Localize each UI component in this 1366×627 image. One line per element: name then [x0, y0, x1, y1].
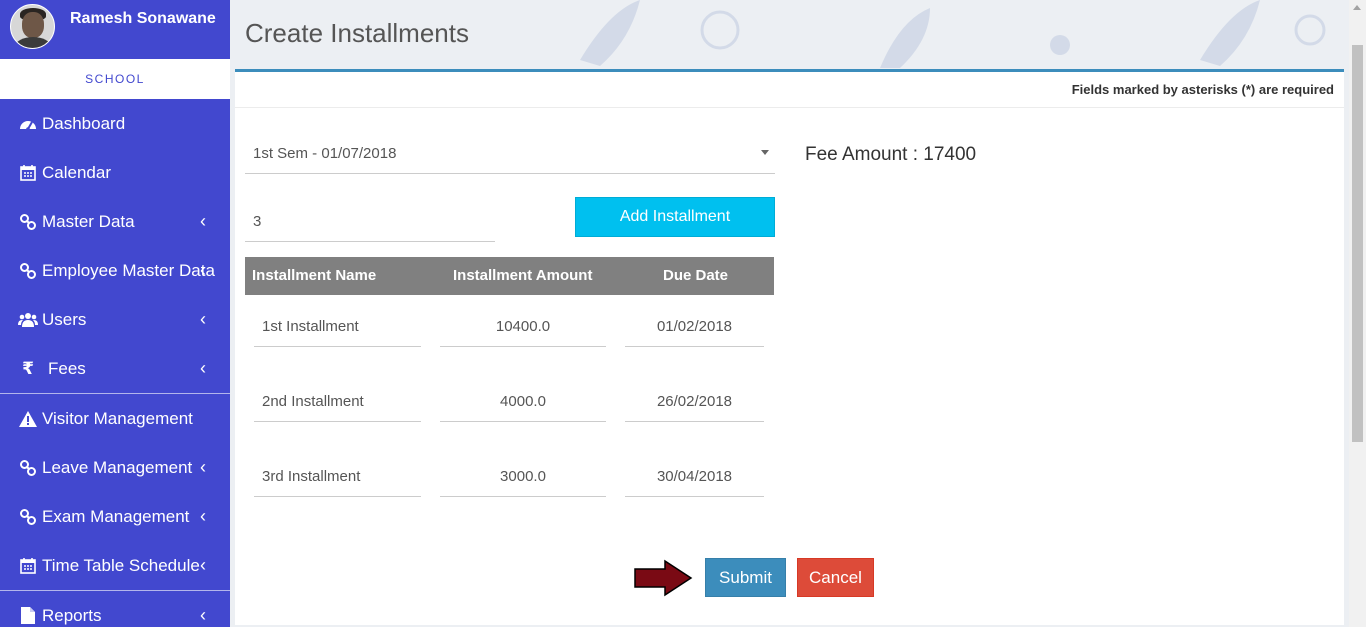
- sidebar-item-label: Exam Management: [42, 506, 190, 526]
- sidebar-item-label: Employee Master Data: [42, 260, 215, 280]
- chevron-left-icon: ‹: [200, 555, 206, 575]
- sidebar-item-label: Dashboard: [42, 113, 126, 133]
- installment-form-panel: Fields marked by asterisks (*) are requi…: [235, 69, 1344, 625]
- sidebar-item-users[interactable]: Users ‹: [0, 295, 230, 344]
- user-panel: Ramesh Sonawane: [0, 0, 230, 59]
- calendar-icon: [18, 164, 38, 182]
- page-title: Create Installments: [245, 18, 469, 48]
- calendar-icon: [18, 557, 38, 575]
- sidebar-item-exam-management[interactable]: Exam Management ‹: [0, 492, 230, 541]
- installment-name-input[interactable]: 3rd Installment: [254, 457, 421, 497]
- chevron-left-icon: ‹: [200, 260, 206, 280]
- sidebar-item-label: Master Data: [42, 211, 135, 231]
- warning-icon: [18, 410, 38, 428]
- due-date-input[interactable]: 26/02/2018: [625, 382, 764, 422]
- role-label: SCHOOL: [0, 59, 230, 99]
- sidebar-item-calendar[interactable]: Calendar: [0, 148, 230, 197]
- semester-select[interactable]: 1st Sem - 01/07/2018: [245, 134, 775, 174]
- avatar[interactable]: [10, 4, 55, 49]
- cancel-button[interactable]: Cancel: [797, 558, 874, 597]
- sidebar-item-master-data[interactable]: Master Data ‹: [0, 197, 230, 246]
- sidebar-item-label: Reports: [42, 605, 102, 625]
- scroll-up-arrow-icon[interactable]: [1353, 5, 1361, 10]
- sidebar-item-label: Leave Management: [42, 457, 193, 477]
- chevron-left-icon: ‹: [200, 309, 206, 329]
- installment-table-header: Installment Name Installment Amount Due …: [245, 257, 774, 295]
- caret-down-icon: [761, 150, 769, 155]
- users-icon: [18, 311, 38, 329]
- installment-name-input[interactable]: 2nd Installment: [254, 382, 421, 422]
- vertical-scrollbar[interactable]: [1349, 0, 1366, 627]
- sidebar: Ramesh Sonawane SCHOOL Dashboard Calenda…: [0, 0, 230, 627]
- sidebar-item-reports[interactable]: Reports ‹: [0, 591, 230, 627]
- sidebar-item-label: Time Table Schedule: [42, 555, 200, 575]
- link-icon: [18, 213, 38, 231]
- chevron-left-icon: ‹: [200, 211, 206, 231]
- column-header-installment-amount: Installment Amount: [453, 267, 593, 284]
- installment-amount-input[interactable]: 10400.0: [440, 307, 606, 347]
- sidebar-item-label: Visitor Management: [42, 408, 193, 428]
- add-installment-button[interactable]: Add Installment: [575, 197, 775, 237]
- file-icon: [18, 607, 38, 625]
- dashboard-icon: [18, 115, 38, 133]
- scroll-thumb[interactable]: [1352, 45, 1363, 442]
- installment-name-input[interactable]: 1st Installment: [254, 307, 421, 347]
- fee-amount: Fee Amount : 17400: [805, 144, 977, 165]
- installment-amount-input[interactable]: 3000.0: [440, 457, 606, 497]
- column-header-installment-name: Installment Name: [252, 267, 377, 284]
- column-header-due-date: Due Date: [663, 267, 729, 284]
- sidebar-item-time-table-schedule[interactable]: Time Table Schedule ‹: [0, 541, 230, 590]
- sidebar-item-employee-master-data[interactable]: Employee Master Data ‹: [0, 246, 230, 295]
- sidebar-item-label: Fees: [48, 358, 86, 378]
- sidebar-item-visitor-management[interactable]: Visitor Management: [0, 394, 230, 443]
- installment-count-input[interactable]: 3: [245, 202, 495, 242]
- chevron-left-icon: ‹: [200, 358, 206, 378]
- user-name: Ramesh Sonawane: [70, 10, 216, 27]
- installment-amount-input[interactable]: 4000.0: [440, 382, 606, 422]
- sidebar-item-fees[interactable]: ₹ Fees ‹: [0, 344, 230, 393]
- chevron-left-icon: ‹: [200, 506, 206, 526]
- submit-button[interactable]: Submit: [705, 558, 786, 597]
- chevron-left-icon: ‹: [200, 605, 206, 625]
- arrow-right-icon: [634, 559, 693, 597]
- sidebar-item-dashboard[interactable]: Dashboard: [0, 99, 230, 148]
- sidebar-item-label: Calendar: [42, 162, 111, 182]
- required-fields-note: Fields marked by asterisks (*) are requi…: [235, 72, 1344, 108]
- chevron-left-icon: ‹: [200, 457, 206, 477]
- rupee-icon: ₹: [22, 358, 34, 378]
- sidebar-item-leave-management[interactable]: Leave Management ‹: [0, 443, 230, 492]
- link-icon: [18, 262, 38, 280]
- link-icon: [18, 508, 38, 526]
- due-date-input[interactable]: 01/02/2018: [625, 307, 764, 347]
- semester-select-value: 1st Sem - 01/07/2018: [253, 145, 397, 162]
- sidebar-item-label: Users: [42, 309, 87, 329]
- link-icon: [18, 459, 38, 477]
- due-date-input[interactable]: 30/04/2018: [625, 457, 764, 497]
- header-background-decoration: [580, 0, 1326, 68]
